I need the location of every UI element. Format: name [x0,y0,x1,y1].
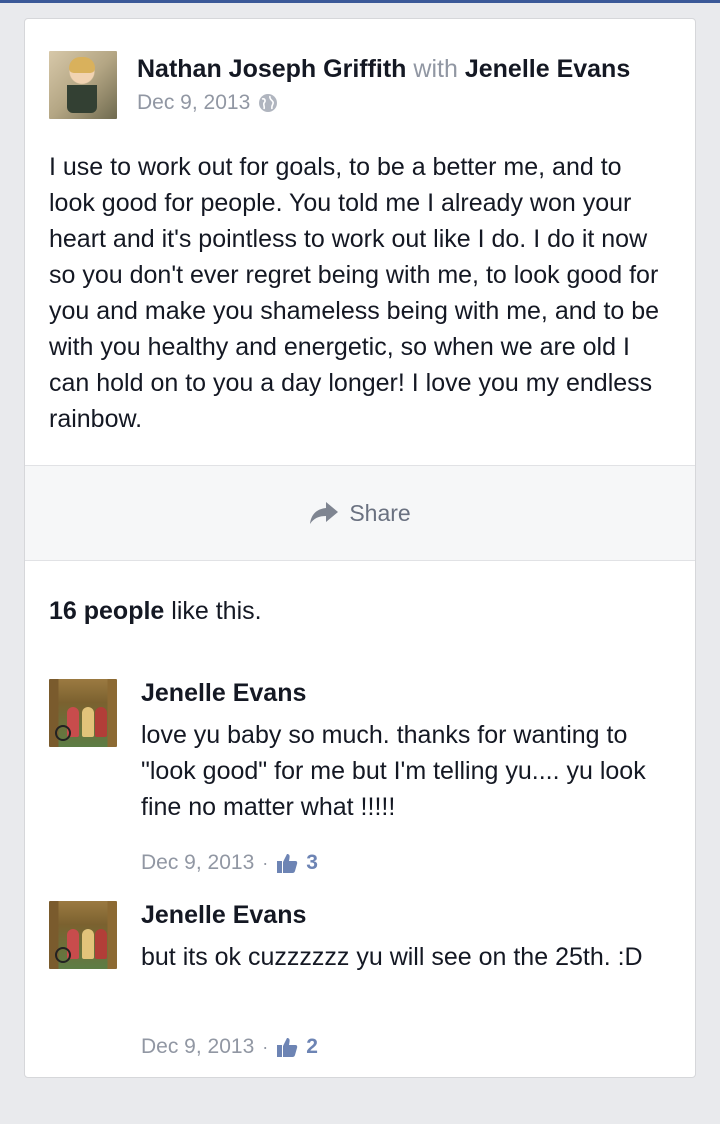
comment-meta: Dec 9, 2013 · 2 [141,1035,318,1059]
globe-icon [259,94,278,112]
top-bar [0,0,720,3]
post-meta: Dec 9, 2013 [137,91,278,115]
post-header: Nathan Joseph Griffith with Jenelle Evan… [49,51,675,121]
likes-summary[interactable]: 16 people like this. [49,597,262,626]
post-card: Nathan Joseph Griffith with Jenelle Evan… [24,18,696,1078]
author-name-link[interactable]: Nathan Joseph Griffith [137,55,406,83]
share-label: Share [349,499,411,526]
commenter-name[interactable]: Jenelle Evans [141,679,306,708]
comment-meta: Dec 9, 2013 · 3 [141,851,318,875]
commenter-avatar[interactable] [49,901,117,969]
share-button[interactable]: Share [25,465,695,561]
share-arrow-icon [310,502,339,524]
comment-like-count[interactable]: 3 [306,851,318,875]
author-avatar[interactable] [49,51,117,119]
avatar-photo-figure [95,929,107,959]
post-date[interactable]: Dec 9, 2013 [137,91,250,115]
with-label: with [413,55,458,83]
avatar-photo-figure [95,707,107,737]
likes-suffix: like this. [171,597,262,625]
comment-text: love yu baby so much. thanks for wanting… [141,721,646,821]
avatar-photo-figure [82,707,94,737]
thumbs-up-icon[interactable] [276,1036,298,1058]
meta-separator: · [262,1036,269,1057]
comment-text: but its ok cuzzzzzz yu will see on the 2… [141,943,643,971]
post-body-text: I use to work out for goals, to be a bet… [49,153,660,433]
meta-separator: · [262,852,269,873]
avatar-photo-hair [69,57,95,73]
comment-like-count[interactable]: 2 [306,1035,318,1059]
comment-date[interactable]: Dec 9, 2013 [141,1035,254,1059]
post-actors: Nathan Joseph Griffith with Jenelle Evan… [137,55,630,84]
tagged-name-link[interactable]: Jenelle Evans [465,55,630,83]
avatar-photo-figure [82,929,94,959]
avatar-photo-stroller [55,947,71,963]
thumbs-up-icon[interactable] [276,852,298,874]
commenter-avatar[interactable] [49,679,117,747]
likes-count[interactable]: 16 people [49,597,164,625]
comment-date[interactable]: Dec 9, 2013 [141,851,254,875]
avatar-photo-stroller [55,725,71,741]
commenter-name[interactable]: Jenelle Evans [141,901,306,930]
